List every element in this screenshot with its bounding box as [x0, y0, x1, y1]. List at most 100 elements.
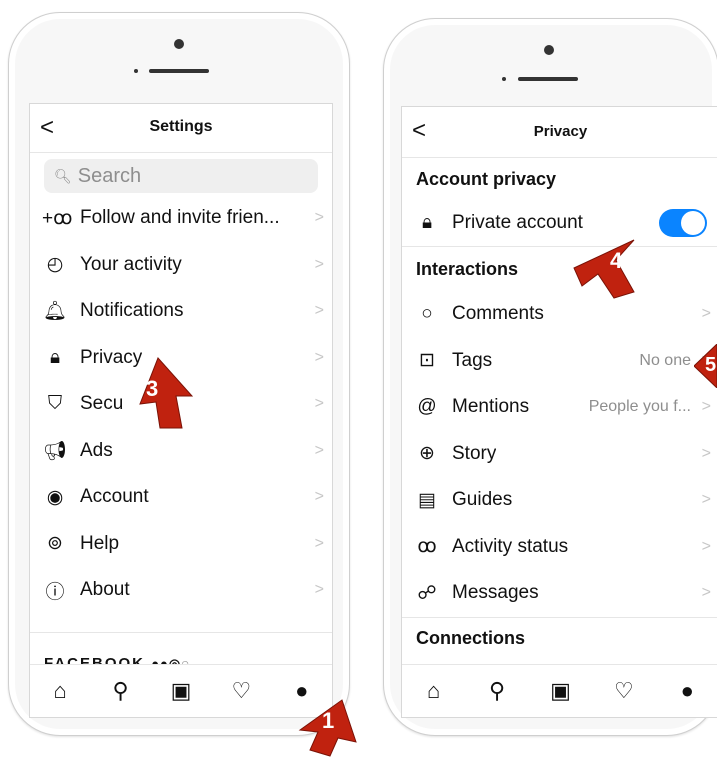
- tag-icon: ⊡: [419, 350, 435, 372]
- privacy-item-label: Comments: [452, 303, 544, 325]
- annotation-step-3: 3: [146, 376, 159, 401]
- reels-icon[interactable]: ▣: [540, 678, 580, 704]
- chevron-right-icon: >: [701, 584, 711, 602]
- annotation-arrow-3: [139, 357, 194, 429]
- settings-item-help[interactable]: ⊚ Help >: [30, 521, 332, 568]
- chevron-right-icon: >: [701, 537, 711, 555]
- settings-header: < Settings: [30, 104, 332, 153]
- privacy-header: < Privacy: [402, 107, 717, 158]
- chevron-right-icon: >: [701, 444, 711, 462]
- privacy-item-value: No one: [639, 351, 691, 369]
- guides-icon: ▤: [418, 489, 436, 511]
- privacy-item-mentions[interactable]: @ Mentions People you f... >: [402, 384, 717, 431]
- chevron-right-icon: >: [314, 302, 324, 320]
- annotation-arrow-4: [573, 239, 635, 299]
- privacy-item-messages[interactable]: ☍ Messages >: [402, 570, 717, 617]
- settings-item-notifications[interactable]: 🔔︎ Notifications >: [30, 288, 332, 335]
- privacy-item-label: Activity status: [452, 535, 569, 557]
- section-interactions: Interactions: [416, 258, 519, 279]
- megaphone-icon: 📢︎: [42, 440, 68, 462]
- speaker-grille: [518, 77, 578, 81]
- bottom-tab-bar: ⌂ ⚲ ▣ ♡ ●: [30, 664, 332, 717]
- search-input[interactable]: 🔍︎ Search: [44, 159, 318, 193]
- mention-icon: @: [417, 396, 437, 418]
- privacy-item-label: Story: [452, 442, 497, 464]
- settings-item-label: Secu: [80, 393, 124, 415]
- chevron-right-icon: >: [314, 581, 324, 599]
- comment-icon: ○: [421, 303, 433, 325]
- privacy-screen: < Privacy Account privacy 🔒︎ Private acc…: [401, 106, 717, 718]
- page-title: Privacy: [533, 123, 588, 140]
- settings-item-label: Notifications: [80, 300, 184, 322]
- camera-icon: [174, 39, 184, 49]
- settings-item-label: Ads: [80, 439, 113, 461]
- sensor-dot: [502, 77, 506, 81]
- privacy-item-label: Mentions: [452, 396, 530, 418]
- chevron-right-icon: >: [314, 441, 324, 459]
- activity-icon: ◴: [46, 254, 64, 276]
- settings-item-ads[interactable]: 📢︎ Ads >: [30, 428, 332, 475]
- speaker-grille: [149, 69, 209, 73]
- story-icon: ⊕: [419, 443, 435, 465]
- divider: [30, 632, 332, 633]
- privacy-item-story[interactable]: ⊕ Story >: [402, 431, 717, 478]
- settings-item-label: Help: [80, 532, 120, 554]
- chevron-right-icon: >: [701, 491, 711, 509]
- privacy-item-label: Tags: [452, 349, 493, 371]
- annotation-step-1: 1: [322, 708, 335, 733]
- page-title: Settings: [149, 118, 213, 135]
- private-account-toggle[interactable]: [659, 209, 707, 237]
- home-icon[interactable]: ⌂: [414, 678, 454, 704]
- settings-item-follow[interactable]: +ꝏ Follow and invite frien... >: [30, 195, 332, 242]
- messenger-icon: ☍: [417, 582, 437, 604]
- search-icon[interactable]: ⚲: [101, 678, 141, 704]
- right-phone-frame: < Privacy Account privacy 🔒︎ Private acc…: [383, 18, 717, 736]
- settings-item-label: Follow and invite frien...: [80, 207, 280, 229]
- privacy-item-label: Messages: [452, 582, 539, 604]
- help-icon: ⊚: [47, 533, 63, 555]
- settings-item-account[interactable]: ◉ Account >: [30, 474, 332, 521]
- bell-icon: 🔔︎: [42, 301, 68, 323]
- chevron-right-icon: >: [314, 395, 324, 413]
- home-icon[interactable]: ⌂: [40, 678, 80, 704]
- reels-icon[interactable]: ▣: [161, 678, 201, 704]
- section-account-privacy: Account privacy: [416, 168, 557, 189]
- shield-icon: ⛉: [47, 393, 63, 415]
- privacy-item-comments[interactable]: ○ Comments >: [402, 291, 717, 338]
- lock-icon: 🔒︎: [421, 212, 433, 233]
- camera-icon: [544, 45, 554, 55]
- private-account-label: Private account: [452, 212, 583, 233]
- heart-icon[interactable]: ♡: [221, 678, 261, 704]
- heart-icon[interactable]: ♡: [604, 678, 644, 704]
- settings-item-activity[interactable]: ◴ Your activity >: [30, 242, 332, 289]
- privacy-item-guides[interactable]: ▤ Guides >: [402, 477, 717, 524]
- follow-icon: +ꝏ: [42, 207, 73, 229]
- profile-icon[interactable]: ●: [667, 678, 707, 704]
- settings-item-label: About: [80, 579, 130, 601]
- settings-item-about[interactable]: ⓘ About >: [30, 567, 332, 614]
- privacy-item-tags[interactable]: ⊡ Tags No one >: [402, 338, 717, 385]
- private-account-row[interactable]: 🔒︎ Private account: [402, 200, 717, 246]
- settings-item-label: Your activity: [80, 253, 182, 275]
- account-icon: ◉: [46, 486, 64, 508]
- lock-icon: 🔒︎: [49, 346, 61, 368]
- search-icon[interactable]: ⚲: [477, 678, 517, 704]
- chevron-right-icon: >: [314, 488, 324, 506]
- chevron-right-icon: >: [314, 209, 324, 227]
- chevron-right-icon: >: [314, 534, 324, 552]
- toggle-knob: [681, 211, 705, 235]
- settings-item-label: Account: [80, 486, 149, 508]
- chevron-right-icon: >: [314, 255, 324, 273]
- annotation-step-4: 4: [610, 248, 623, 273]
- bottom-tab-bar: ⌂ ⚲ ▣ ♡ ●: [402, 664, 717, 717]
- info-icon: ⓘ: [45, 581, 65, 603]
- chevron-right-icon: >: [701, 305, 711, 323]
- privacy-item-value: People you f...: [588, 398, 691, 416]
- search-icon: 🔍︎: [54, 167, 72, 184]
- privacy-item-activity-status[interactable]: ꝏ Activity status >: [402, 524, 717, 571]
- chevron-right-icon: >: [701, 398, 711, 416]
- activity-status-icon: ꝏ: [417, 536, 437, 558]
- search-placeholder: Search: [77, 164, 142, 187]
- sensor-dot: [134, 69, 138, 73]
- privacy-item-label: Guides: [452, 489, 513, 511]
